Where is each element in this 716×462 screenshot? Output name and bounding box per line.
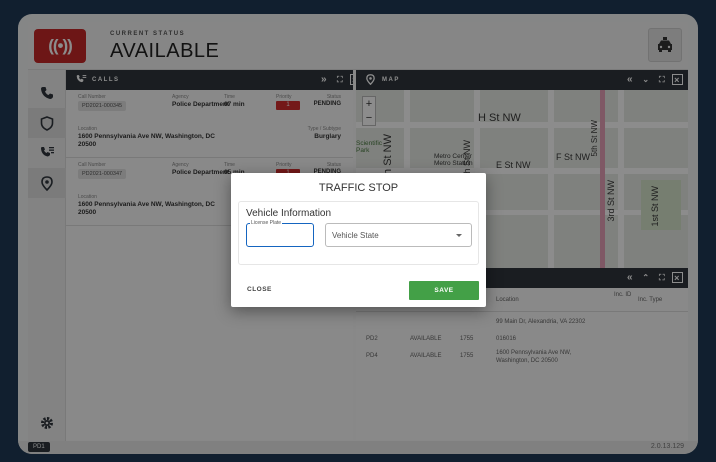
- license-plate-field[interactable]: License Plate: [246, 220, 314, 247]
- vehicle-state-select[interactable]: Vehicle State: [325, 223, 472, 247]
- dialog-title: TRAFFIC STOP: [318, 182, 399, 194]
- section-title: Vehicle Information: [246, 208, 332, 219]
- vehicle-info-card: Vehicle Information License Plate Vehicl…: [238, 201, 479, 265]
- caret-down-icon: [456, 234, 462, 237]
- close-button[interactable]: CLOSE: [247, 286, 272, 293]
- save-button[interactable]: SAVE: [409, 281, 479, 300]
- license-plate-label: License Plate: [250, 220, 283, 226]
- traffic-stop-dialog: TRAFFIC STOP Vehicle Information License…: [231, 173, 486, 307]
- vehicle-state-placeholder: Vehicle State: [332, 231, 379, 240]
- license-plate-input[interactable]: [251, 229, 307, 242]
